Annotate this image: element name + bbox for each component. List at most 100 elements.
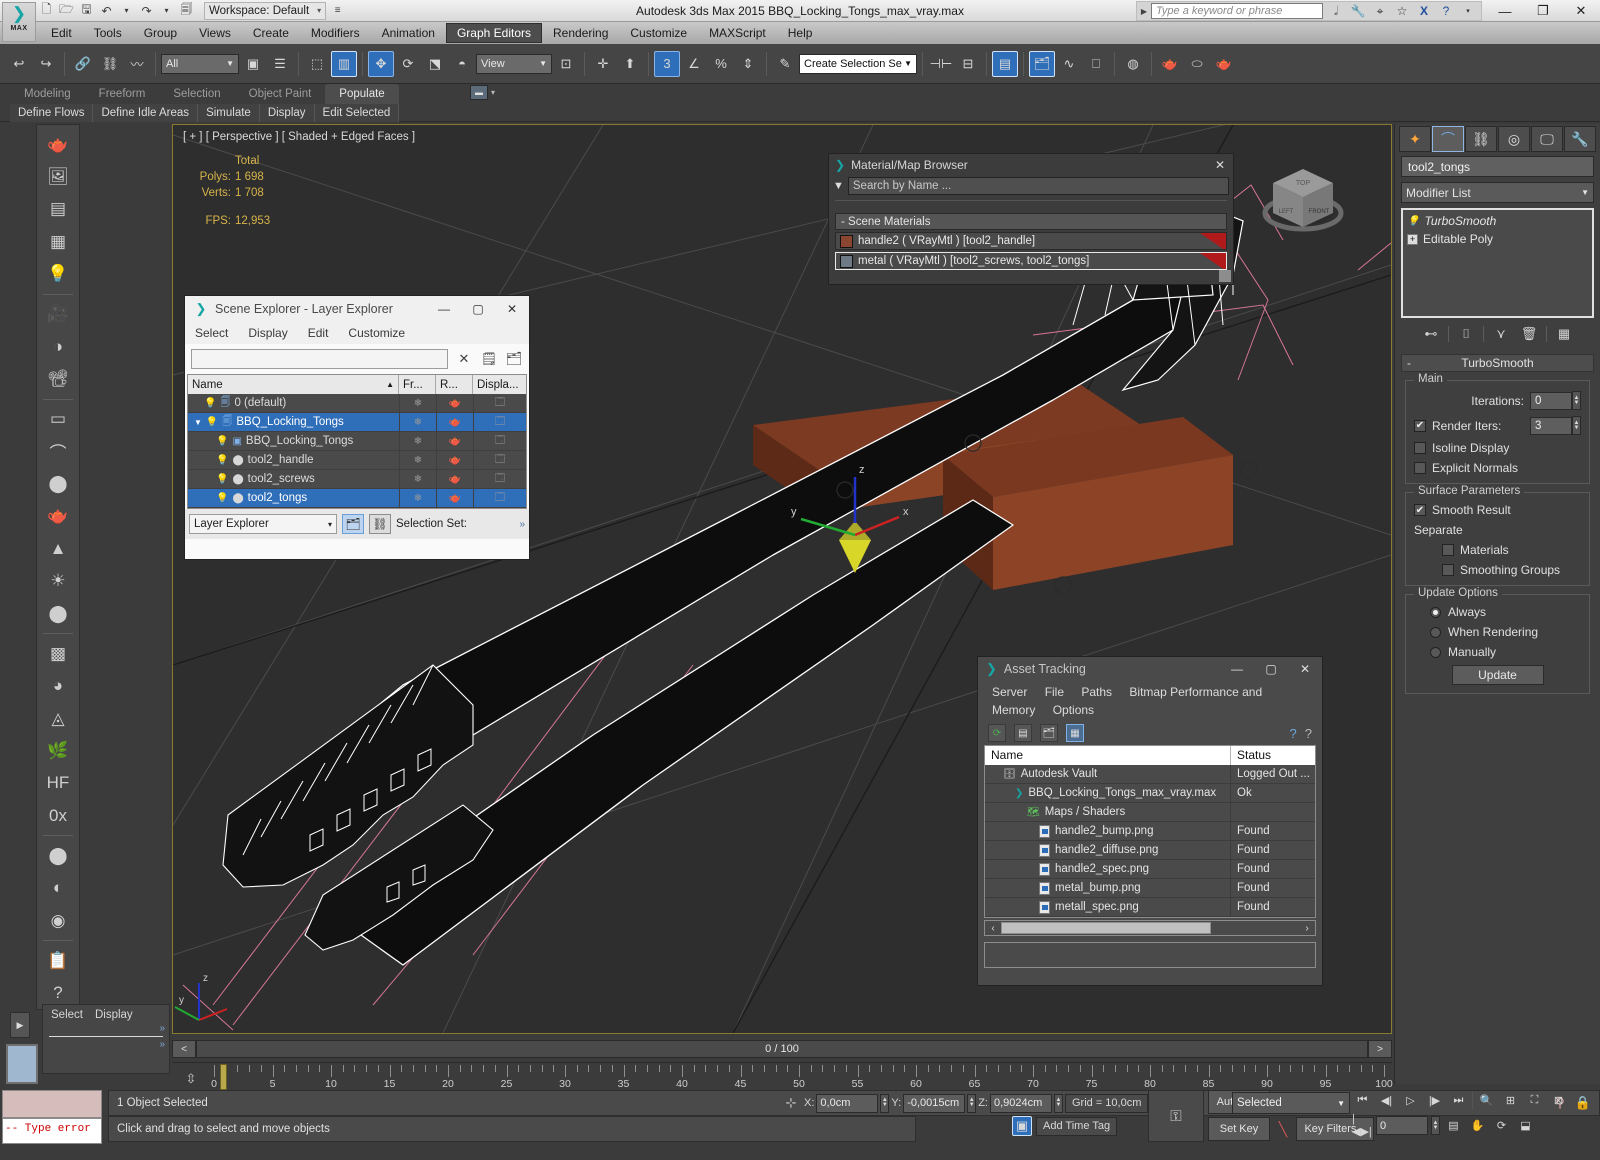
menu-views[interactable]: Views [188,23,242,43]
camera-icon[interactable]: 🎥 [40,299,76,330]
turbosmooth-rollout-header[interactable]: - TurboSmooth [1401,354,1594,372]
ribbon-button-define-idle-areas[interactable]: Define Idle Areas [93,104,199,122]
ribbon-button-display[interactable]: Display [259,104,315,122]
footer-expand-chevron[interactable]: » [519,519,525,530]
align-icon[interactable]: ⊟ [955,51,981,77]
set-key-button[interactable]: Set Key [1208,1117,1270,1141]
iterations-spinner[interactable]: ▲ ▼ [1572,391,1581,410]
vray-ambient-light-icon[interactable]: ⬤ [40,598,76,629]
z-spinner[interactable]: ▲ ▼ [1053,1093,1063,1113]
rendered-frame-window-icon[interactable]: ⬭ [1184,51,1210,77]
render-setup-icon[interactable]: 🫖 [1157,51,1183,77]
at-menu-server[interactable]: Server [992,685,1027,699]
isoline-display-checkbox[interactable] [1414,442,1426,454]
named-selection-set-input[interactable]: Create Selection Se ▼ [799,53,917,74]
pin-stack-icon[interactable]: ⊷ [1420,324,1442,344]
scene-explorer-dialog[interactable]: ❯ Scene Explorer - Layer Explorer — ▢ ✕ … [184,295,530,560]
remove-modifier-icon[interactable]: 🗑 [1518,324,1540,344]
redo-dropdown-icon[interactable]: ▾ [158,2,175,19]
ribbon-button-simulate[interactable]: Simulate [198,104,260,122]
angle-snap-toggle-icon[interactable]: ∠ [681,51,707,77]
update-always-radio[interactable] [1430,606,1441,618]
time-slider-thumb[interactable]: 0 / 100 [196,1040,1368,1058]
select-and-rotate-icon[interactable]: ⟳ [395,51,421,77]
update-manually-radio[interactable] [1430,646,1441,658]
satellite-icon[interactable]: ⌖ [1371,2,1389,20]
menu-graph-editors[interactable]: Graph Editors [445,23,542,43]
asset-tracking-path-field[interactable] [984,942,1316,968]
motion-tab[interactable]: ◎ [1498,126,1530,152]
color-swatch[interactable] [6,1044,38,1084]
percent-snap-toggle-icon[interactable]: % [708,51,734,77]
column-status[interactable]: Status [1231,746,1315,765]
orbit-icon[interactable]: ⟳ [1491,1115,1512,1136]
help-dropdown-icon[interactable]: ▾ [1459,2,1477,20]
workspace-selector[interactable]: Workspace: Default ▾ [204,1,327,20]
edit-named-selection-sets-icon[interactable]: ✎ [772,51,798,77]
menu-group[interactable]: Group [133,23,188,43]
zoom-icon[interactable]: 🔍 [1476,1090,1497,1111]
viewport-label[interactable]: [ + ] [ Perspective ] [ Shaded + Edged F… [183,129,415,145]
light-lister-icon[interactable]: 💡 [40,258,76,289]
vray-plane-light-icon[interactable]: ▭ [40,404,76,435]
key-mode-dropdown[interactable]: Selected ▼ [1232,1092,1350,1114]
rectangular-selection-region-icon[interactable]: ⬚ [304,51,330,77]
menu-help[interactable]: Help [777,23,824,43]
minimize-button[interactable]: — [1486,0,1524,22]
ribbon-tab-modeling[interactable]: Modeling [10,84,85,104]
schematic-view-icon[interactable]: ⎕ [1083,51,1109,77]
render-cell[interactable]: 🫖 [436,431,473,451]
y-spinner[interactable]: ▲ ▼ [967,1093,977,1113]
ribbon-tab-freeform[interactable]: Freeform [85,84,160,104]
add-time-tag-button[interactable]: Add Time Tag [1036,1116,1118,1136]
set-project-icon[interactable]: 🗐 [178,2,195,19]
material-sphere-icon[interactable]: ⬤ [40,840,76,871]
scene-explorer-row[interactable]: 💡 ⬤ tool2_handle ❄ 🫖 🗔 [188,450,526,470]
menu-animation[interactable]: Animation [371,23,446,43]
open-mini-curve-editor-icon[interactable]: ⇳ [180,1069,202,1089]
next-frame-icon[interactable]: |▶ [1424,1090,1445,1111]
scroll-thumb[interactable] [1001,922,1211,934]
render-iters-checkbox[interactable]: ✔ [1414,419,1426,432]
menu-maxscript[interactable]: MAXScript [698,23,777,43]
display-cell[interactable]: 🗔 [473,431,526,451]
mirror-icon[interactable]: ⊣⊢ [928,51,954,77]
panel-tab-select[interactable]: Select [51,1009,83,1021]
lightbulb-icon[interactable]: 💡 [216,474,228,485]
hierarchy-tab[interactable]: ⛓ [1465,126,1497,152]
render-iters-field[interactable]: 3 [1530,416,1572,435]
minimize-button[interactable]: — [1220,656,1254,682]
material-editor-icon[interactable]: ◍ [1120,51,1146,77]
se-menu-customize[interactable]: Customize [348,326,405,340]
freeze-cell[interactable]: ❄ [399,469,436,489]
x-field[interactable]: 0,0cm [816,1093,879,1113]
maximize-viewport-toggle-icon[interactable]: ⬓ [1515,1115,1536,1136]
maximize-button[interactable]: ▢ [461,296,495,322]
scene-explorer-search-input[interactable] [191,349,448,369]
render-cell[interactable]: 🫖 [436,469,473,489]
minimize-button[interactable]: — [427,296,461,322]
ribbon-tab-object-paint[interactable]: Object Paint [235,84,326,104]
select-and-scale-icon[interactable]: ⬔ [422,51,448,77]
menu-modifiers[interactable]: Modifiers [300,23,371,43]
lightbulb-icon[interactable]: 💡 [204,398,216,409]
modifier-stack-item-turbosmooth[interactable]: 💡 TurboSmooth [1405,212,1590,230]
at-menu-bitmap-performance[interactable]: Bitmap Performance and Memory [992,685,1262,717]
redo-toolbar-icon[interactable]: ↪ [33,51,59,77]
assign-material-icon[interactable]: ◐ [40,873,76,904]
ribbon-button-edit-selected[interactable]: Edit Selected [314,104,400,122]
scene-explorer-icon[interactable]: 🗂 [1029,50,1055,77]
select-and-manipulate-icon[interactable]: ✛ [590,51,616,77]
path-view-icon[interactable]: 🗂 [1040,724,1058,742]
asset-tracking-row[interactable]: handle2_diffuse.png Found [985,840,1315,860]
se-menu-display[interactable]: Display [248,326,287,340]
select-object-icon[interactable]: ▣ [240,51,266,77]
render-cell[interactable]: 🫖 [436,393,473,413]
utilities-tab[interactable]: 🔧 [1564,126,1596,152]
go-to-end-icon[interactable]: ⏭ [1448,1090,1469,1111]
at-menu-file[interactable]: File [1045,685,1064,699]
color-picker-icon[interactable]: ◉ [40,905,76,936]
selection-lock-icon[interactable]: 🔒 [1575,1095,1591,1111]
ribbon-button-define-flows[interactable]: Define Flows [10,104,94,122]
new-icon[interactable]: 🗋 [38,2,55,19]
